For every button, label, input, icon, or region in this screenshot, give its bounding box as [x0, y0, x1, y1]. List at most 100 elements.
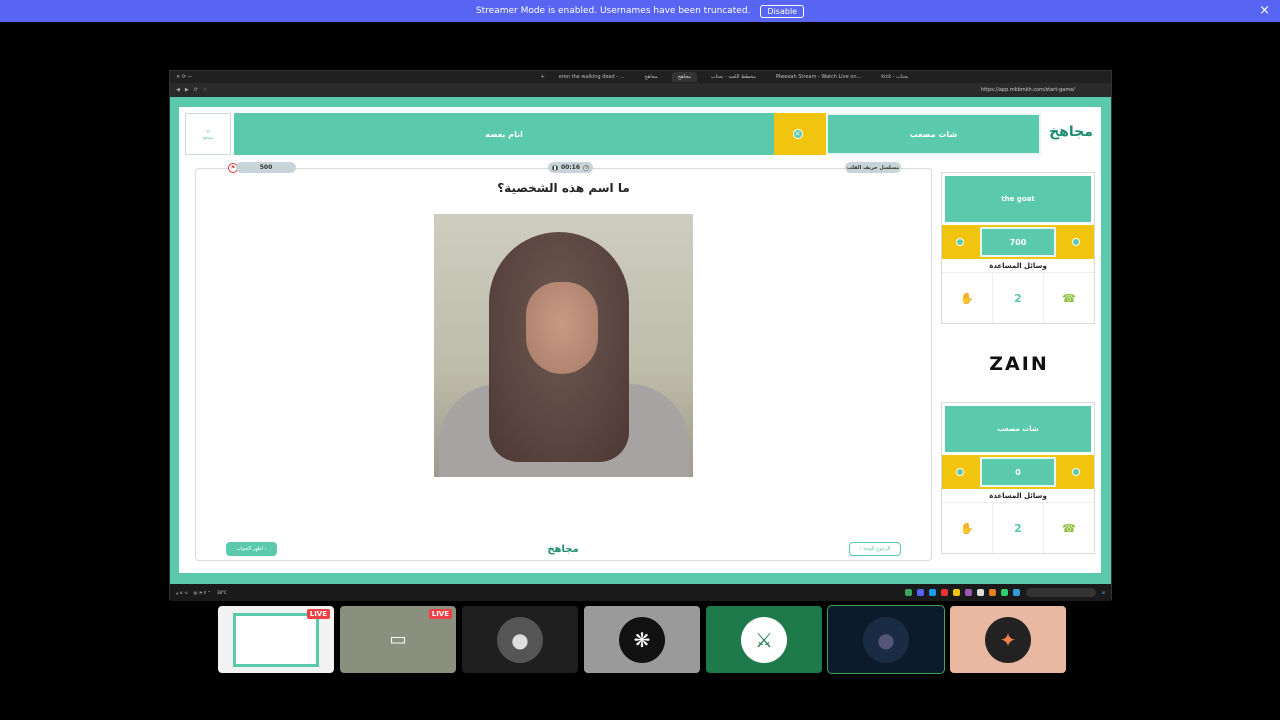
show-answer-button[interactable]: اظهر الجواب › [226, 542, 277, 556]
browser-tab[interactable]: Mweeah Stream - Watch Live on... [770, 72, 867, 82]
tab-label: kick - بحثات [881, 74, 909, 80]
game-board: مجاهخ ✕ شات مصعب انام بعصه ☰ مجاهخ ⚑ 500 [179, 107, 1101, 573]
timer: ❚❚ 00:16 ↺ [548, 162, 593, 173]
back-to-board-button[interactable]: ‹ الرجوع للوحة [849, 542, 901, 556]
live-badge: LIVE [428, 609, 452, 619]
aids-row: ✋ 2 ☎ [942, 503, 1094, 553]
tab-label: eren the walking dead - ... [558, 74, 625, 80]
stream-tile[interactable]: ▭ LIVE [340, 606, 456, 673]
browser-tab-active[interactable]: مجاهخ [671, 72, 698, 82]
aids-row: ✋ 2 ☎ [942, 273, 1094, 323]
windows-start-icon[interactable]: ⊞ [1102, 590, 1105, 595]
tab-label: مخطط اللعبة - بحثات [711, 74, 756, 80]
browser-tab[interactable]: مخطط اللعبة - بحثات [705, 72, 762, 82]
score-row: 0 [942, 455, 1094, 489]
new-tab-icon[interactable]: + [541, 74, 545, 80]
question-image [434, 214, 693, 477]
screen: Streamer Mode is enabled. Usernames have… [0, 0, 1280, 720]
double-points-icon[interactable]: 2 [992, 273, 1043, 323]
aids-title: وسائل المساعدة [942, 489, 1094, 503]
taskbar-app-icon[interactable] [940, 589, 948, 596]
increase-score-button[interactable] [1072, 468, 1080, 476]
taskbar-app-icon[interactable] [1012, 589, 1020, 596]
phone-icon[interactable]: ☎ [1043, 273, 1094, 323]
tab-label: مجاهخ [677, 74, 692, 80]
wifi-icon[interactable]: ▤ ◔ ⚲ ⌃ [194, 590, 211, 595]
tab-label: مجاهخ [644, 74, 658, 80]
taskbar-app-icon[interactable] [904, 589, 912, 596]
timer-value: 00:16 [560, 164, 581, 171]
participant-tile[interactable]: ● [462, 606, 578, 673]
live-badge: LIVE [306, 609, 330, 619]
hand-icon[interactable]: ✋ [942, 273, 992, 323]
score-row: 700 [942, 225, 1094, 259]
streamer-mode-banner: Streamer Mode is enabled. Usernames have… [0, 0, 1280, 22]
window-controls[interactable]: ✕ ⟳ — [176, 74, 193, 80]
sponsor-logo: ZAIN [989, 353, 1049, 375]
hand-icon[interactable]: ✋ [942, 503, 992, 553]
browser-toolbar: ◀ ▶ ⟳ ☆ https://app.mkbmkh.com/start-game/ [170, 83, 1111, 97]
menu-button[interactable]: ☰ مجاهخ [185, 113, 231, 155]
team-panel: the goat 700 وسائل المساعدة ✋ 2 ☎ [941, 172, 1095, 324]
taskbar-search[interactable] [1025, 588, 1096, 597]
footer-logo: مجاهخ [547, 543, 579, 555]
current-team-name: شات مصعب [826, 113, 1041, 155]
participant-tile[interactable]: ✦ [950, 606, 1066, 673]
aids-title: وسائل المساعدة [942, 259, 1094, 273]
close-icon[interactable]: × [1259, 3, 1270, 18]
taskbar-app-icon[interactable] [964, 589, 972, 596]
menu-caption: مجاهخ [202, 134, 214, 140]
disable-streamer-mode-button[interactable]: Disable [760, 4, 805, 18]
other-team-header: انام بعصه [234, 113, 774, 155]
taskbar-app-icon[interactable] [928, 589, 936, 596]
banner-message: Streamer Mode is enabled. Usernames have… [475, 6, 751, 16]
shared-screen-window: ✕ ⟳ — + eren the walking dead - ... مجاه… [169, 70, 1112, 601]
browser-nav-buttons[interactable]: ◀ ▶ ⟳ ☆ [176, 87, 207, 93]
os-taskbar: ٥:٠٥ م ▤ ◔ ⚲ ⌃ 38°C ⊞ [170, 584, 1111, 601]
team-panel: شات مصعب 0 وسائل المساعدة ✋ 2 ☎ [941, 402, 1095, 554]
browser-tab[interactable]: eren the walking dead - ... [553, 72, 631, 82]
decrease-score-button[interactable] [956, 468, 964, 476]
avatar: ❋ [619, 616, 665, 663]
participant-tile-speaking[interactable]: ● [827, 605, 945, 674]
double-points-icon[interactable]: 2 [992, 503, 1043, 553]
monitor-icon: ▭ [389, 629, 407, 650]
phone-icon[interactable]: ☎ [1043, 503, 1094, 553]
participant-tile[interactable]: ⚔ [706, 606, 822, 673]
call-participant-tiles: LIVE ▭ LIVE ● ❋ ⚔ ● ✦ [218, 605, 1066, 674]
taskbar-app-icon[interactable] [1000, 589, 1008, 596]
browser-tab[interactable]: kick - بحثات [875, 72, 914, 82]
browser-tab[interactable]: مجاهخ [638, 72, 663, 82]
question-points: 500 [236, 162, 296, 173]
pause-icon[interactable]: ❚❚ [552, 164, 558, 171]
taskbar-app-icon[interactable] [988, 589, 996, 596]
menu-icon: ☰ [206, 128, 210, 134]
current-team-header: ✕ شات مصعب [769, 113, 1041, 155]
question-card: ⚑ 500 ❚❚ 00:16 ↺ مسلسل خريف القلب ما اسم… [195, 162, 932, 561]
participant-tile[interactable]: ❋ [584, 606, 700, 673]
team-name: شات مصعب [945, 406, 1091, 452]
team-name: the goat [945, 176, 1091, 222]
avatar: ⚔ [741, 616, 787, 663]
reset-icon[interactable]: ↺ [583, 164, 590, 171]
site-logo[interactable]: مجاهخ [1049, 119, 1093, 145]
avatar: ✦ [985, 616, 1031, 663]
address-bar[interactable]: https://app.mkbmkh.com/start-game/ [981, 87, 1075, 93]
question-text: ما اسم هذه الشخصية؟ [497, 181, 630, 195]
weather: 38°C [216, 590, 227, 595]
increase-score-button[interactable] [1072, 238, 1080, 246]
team-score: 0 [980, 457, 1056, 487]
turn-badge: ✕ [769, 113, 826, 155]
tab-label: Mweeah Stream - Watch Live on... [775, 74, 862, 80]
taskbar-app-icon[interactable] [952, 589, 960, 596]
clock: ٥:٠٥ م [176, 590, 188, 595]
turn-indicator-icon: ✕ [792, 129, 803, 139]
stream-tile[interactable]: LIVE [218, 606, 334, 673]
avatar: ● [497, 616, 543, 663]
game-site: مجاهخ ✕ شات مصعب انام بعصه ☰ مجاهخ ⚑ 500 [170, 97, 1111, 584]
taskbar-app-icon[interactable] [916, 589, 924, 596]
taskbar-app-icon[interactable] [976, 589, 984, 596]
decrease-score-button[interactable] [956, 238, 964, 246]
avatar: ● [863, 616, 909, 663]
category-label: مسلسل خريف القلب [845, 162, 901, 173]
